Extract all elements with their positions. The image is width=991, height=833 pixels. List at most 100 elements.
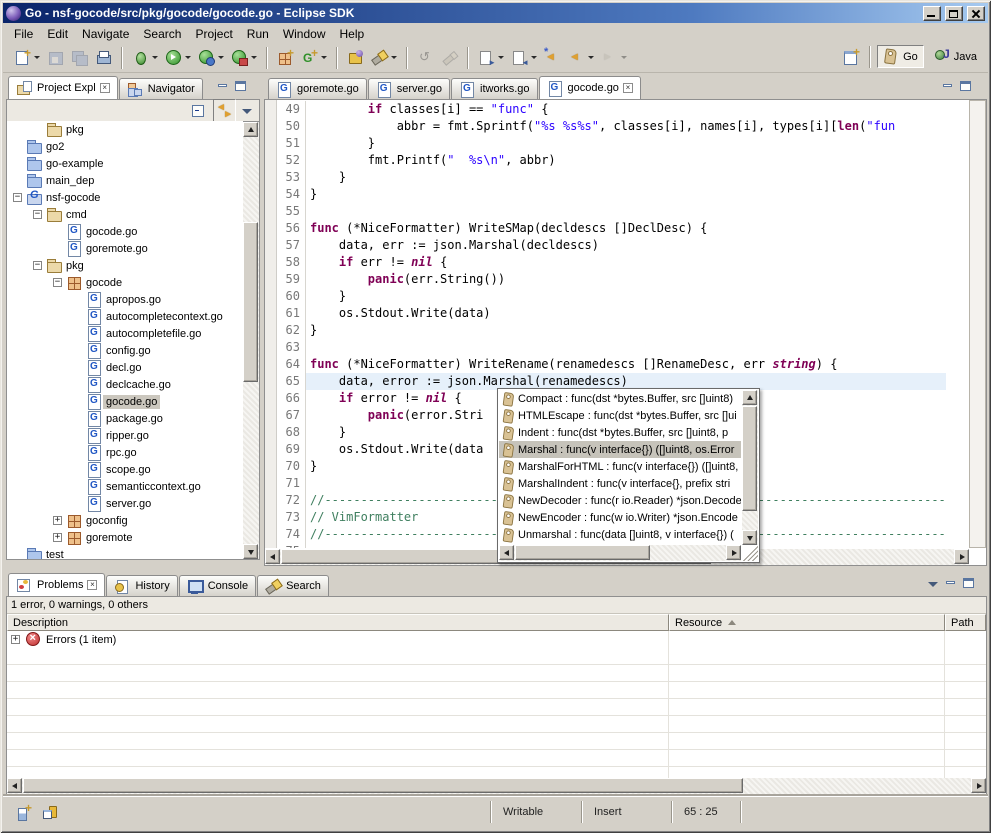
problems-hscrollbar[interactable]	[7, 778, 986, 794]
scroll-right-button[interactable]	[954, 549, 969, 564]
dropdown-arrow-icon[interactable]	[321, 56, 327, 59]
collapse-icon[interactable]: −	[53, 278, 62, 287]
minimize-button[interactable]	[923, 6, 941, 21]
explorer-minimize-button[interactable]	[215, 80, 231, 94]
scroll-left-button[interactable]	[7, 778, 22, 793]
code-line-49[interactable]: 49 if classes[i] == "func" {	[278, 101, 946, 118]
toolbar-newgo-button[interactable]	[298, 46, 330, 69]
scroll-thumb[interactable]	[742, 406, 757, 511]
code-line-57[interactable]: 57 data, err := json.Marshal(decldescs)	[278, 237, 946, 254]
collapse-icon[interactable]: −	[33, 261, 42, 270]
expand-icon[interactable]: +	[53, 533, 62, 542]
tree-item-pkg[interactable]: −pkg	[7, 257, 243, 274]
scroll-down-button[interactable]	[243, 544, 258, 559]
code-line-52[interactable]: 52 fmt.Printf(" %s\n", abbr)	[278, 152, 946, 169]
scroll-left-button[interactable]	[265, 549, 280, 564]
dropdown-arrow-icon[interactable]	[391, 56, 397, 59]
tree-item-rpc-go[interactable]: rpc.go	[7, 444, 243, 461]
menu-edit[interactable]: Edit	[40, 25, 75, 43]
autocomplete-item-newencoder[interactable]: NewEncoder : func(w io.Writer) *json.Enc…	[499, 509, 741, 526]
annotation-nav-button[interactable]	[39, 801, 62, 824]
collapse-icon[interactable]: −	[33, 210, 42, 219]
popup-vscrollbar[interactable]	[742, 390, 758, 545]
autocomplete-item-marshalforhtml[interactable]: MarshalForHTML : func(v interface{}) ([]…	[499, 458, 741, 475]
maximize-button[interactable]	[945, 6, 963, 21]
tree-item-goconfig[interactable]: +goconfig	[7, 512, 243, 529]
explorer-view-menu-button[interactable]	[239, 104, 255, 118]
column-resource[interactable]: Resource	[669, 614, 945, 631]
explorer-tab-navigator[interactable]: Navigator	[119, 78, 203, 99]
toolbar-prevann-button[interactable]	[508, 46, 540, 69]
tree-item-main-dep[interactable]: main_dep	[7, 172, 243, 189]
scroll-down-button[interactable]	[742, 530, 757, 545]
editor-minimize-button[interactable]	[940, 80, 956, 94]
menu-project[interactable]: Project	[188, 25, 239, 43]
code-line-64[interactable]: 64func (*NiceFormatter) WriteRename(rena…	[278, 356, 946, 373]
overview-ruler[interactable]	[969, 100, 986, 548]
explorer-maximize-button[interactable]	[233, 80, 249, 94]
scroll-thumb[interactable]	[515, 545, 650, 560]
dropdown-arrow-icon[interactable]	[34, 56, 40, 59]
tree-item-go-example[interactable]: go-example	[7, 155, 243, 172]
problems-maximize-button[interactable]	[961, 577, 977, 591]
problems-table[interactable]: +Errors (1 item)	[7, 631, 986, 778]
code-line-60[interactable]: 60 }	[278, 288, 946, 305]
popup-hscrollbar[interactable]	[499, 545, 741, 561]
tree-item-autocompletecontext-go[interactable]: autocompletecontext.go	[7, 308, 243, 325]
tree-item-go2[interactable]: go2	[7, 138, 243, 155]
toolbar-print-button[interactable]	[92, 46, 115, 69]
popup-resize-grip[interactable]	[743, 546, 758, 561]
menu-help[interactable]: Help	[333, 25, 372, 43]
tree-item-test[interactable]: test	[7, 546, 243, 559]
bottom-tab-search[interactable]: Search	[257, 575, 329, 596]
editor-maximize-button[interactable]	[958, 80, 974, 94]
tree-item-gocode-go[interactable]: gocode.go	[7, 393, 243, 410]
column-path[interactable]: Path	[945, 614, 986, 631]
editor-tab-goremote-go[interactable]: goremote.go	[268, 78, 367, 99]
toolbar-debug-button[interactable]	[129, 46, 161, 69]
explorer-scrollbar[interactable]	[243, 122, 259, 559]
code-line-56[interactable]: 56func (*NiceFormatter) WriteSMap(declde…	[278, 220, 946, 237]
dropdown-arrow-icon[interactable]	[531, 56, 537, 59]
column-description[interactable]: Description	[7, 614, 669, 631]
dropdown-arrow-icon[interactable]	[621, 56, 627, 59]
toolbar-searchlight-button[interactable]	[368, 46, 400, 69]
problems-minimize-button[interactable]	[943, 577, 959, 591]
tree-item-cmd[interactable]: −cmd	[7, 206, 243, 223]
code-line-59[interactable]: 59 panic(err.String())	[278, 271, 946, 288]
toolbar-runclock-button[interactable]	[195, 46, 227, 69]
dropdown-arrow-icon[interactable]	[498, 56, 504, 59]
close-tab-icon[interactable]: ×	[87, 580, 97, 590]
menu-navigate[interactable]: Navigate	[75, 25, 136, 43]
collapse-all-button[interactable]	[187, 99, 210, 122]
toolbar-runext-button[interactable]	[228, 46, 260, 69]
title-bar[interactable]: Go - nsf-gocode/src/pkg/gocode/gocode.go…	[3, 3, 988, 23]
tree-item-semanticcontext-go[interactable]: semanticcontext.go	[7, 478, 243, 495]
autocomplete-item-htmlescape[interactable]: HTMLEscape : func(dst *bytes.Buffer, src…	[499, 407, 741, 424]
toolbar-saveall-button[interactable]	[68, 46, 91, 69]
scroll-thumb[interactable]	[243, 222, 258, 382]
perspective-java-button[interactable]: Java	[928, 45, 983, 68]
toolbar-fwd-button[interactable]	[598, 46, 630, 69]
problems-view-menu-button[interactable]	[925, 577, 941, 591]
tree-item-nsf-gocode[interactable]: −nsf-gocode	[7, 189, 243, 206]
scroll-right-button[interactable]	[726, 545, 741, 560]
tree-item-apropos-go[interactable]: apropos.go	[7, 291, 243, 308]
tree-item-goremote[interactable]: +goremote	[7, 529, 243, 546]
bottom-tab-console[interactable]: Console	[179, 575, 256, 596]
bottom-tab-history[interactable]: History	[106, 575, 177, 596]
menu-window[interactable]: Window	[276, 25, 333, 43]
autocomplete-item-newdecoder[interactable]: NewDecoder : func(r io.Reader) *json.Dec…	[499, 492, 741, 509]
code-line-58[interactable]: 58 if err != nil {	[278, 254, 946, 271]
scroll-up-button[interactable]	[742, 390, 757, 405]
dropdown-arrow-icon[interactable]	[251, 56, 257, 59]
link-with-editor-button[interactable]	[213, 99, 236, 122]
toolbar-save-button[interactable]	[44, 46, 67, 69]
toolbar-new-button[interactable]	[11, 46, 43, 69]
tree-item-package-go[interactable]: package.go	[7, 410, 243, 427]
toolbar-openres-button[interactable]	[344, 46, 367, 69]
scroll-thumb[interactable]	[23, 778, 743, 793]
menu-file[interactable]: File	[7, 25, 40, 43]
tree-item-server-go[interactable]: server.go	[7, 495, 243, 512]
open-perspective-button[interactable]	[840, 45, 863, 68]
